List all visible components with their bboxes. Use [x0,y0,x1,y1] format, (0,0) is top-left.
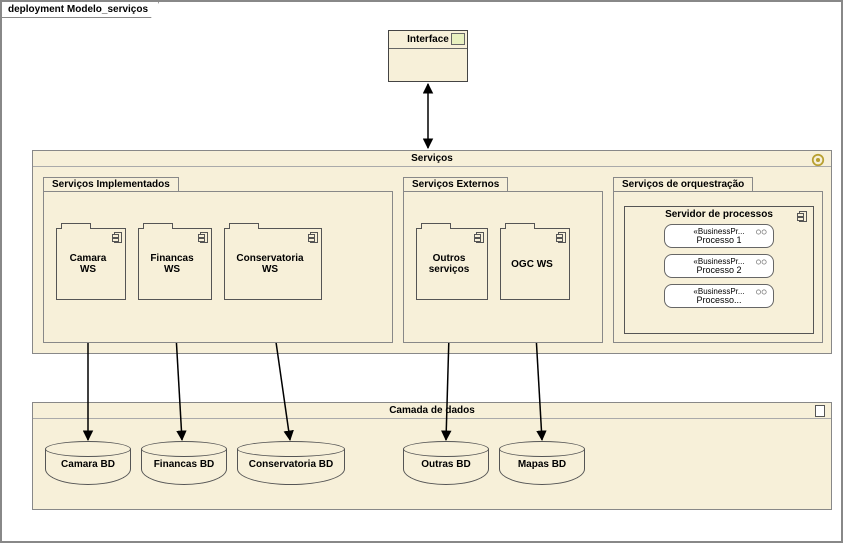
implemented-tab: Serviços Implementados [43,177,179,191]
services-panel: Serviços Serviços Implementados Camara W… [32,150,832,354]
component-financas-ws: Financas WS [138,228,212,300]
data-layer-title: Camada de dados [389,405,475,416]
cylinder-conservatoria-bd: Conservatoria BD [237,441,345,485]
database-icon [815,405,825,417]
interface-node: Interface [388,30,468,82]
database-label: Outras BD [403,459,489,470]
component-outros-servicos: Outros serviços [416,228,488,300]
database-label: Conservatoria BD [237,459,345,470]
component-icon [200,232,208,243]
external-panel: Outros serviços OGC WS [403,191,603,343]
orchestration-panel: Servidor de processos «BusinessPr... Pro… [613,191,823,343]
interface-label: Interface [407,34,449,45]
chain-icon [755,228,769,236]
process-3: «BusinessPr... Processo... [664,284,774,308]
server-title: Servidor de processos [665,209,773,220]
database-label: Financas BD [141,459,227,470]
component-icon [310,232,318,243]
chain-icon [755,288,769,296]
server-node: Servidor de processos «BusinessPr... Pro… [624,206,814,334]
component-icon [558,232,566,243]
implemented-panel: Camara WS Financas WS Conservatoria WS [43,191,393,343]
process-2: «BusinessPr... Processo 2 [664,254,774,278]
component-icon [476,232,484,243]
process-name: Processo 2 [696,266,741,275]
orchestration-tab: Serviços de orquestração [613,177,753,191]
database-label: Camara BD [45,459,131,470]
component-ogc-ws: OGC WS [500,228,570,300]
process-1: «BusinessPr... Processo 1 [664,224,774,248]
database-label: Mapas BD [499,459,585,470]
chain-icon [755,258,769,266]
component-camara-ws: Camara WS [56,228,126,300]
component-label: Conservatoria WS [225,229,321,299]
diagram-title-tab: deployment Modelo_serviços [2,2,159,18]
data-layer-panel: Camada de dados Camara BD Financas BD Co… [32,402,832,510]
services-title: Serviços [411,153,453,164]
deployment-diagram: deployment Modelo_serviços Interface Ser… [0,0,843,543]
cylinder-outras-bd: Outras BD [403,441,489,485]
component-icon [799,211,807,222]
process-name: Processo... [696,296,741,305]
artifact-icon [451,33,465,45]
process-name: Processo 1 [696,236,741,245]
cylinder-financas-bd: Financas BD [141,441,227,485]
gear-icon [811,153,825,167]
component-icon [114,232,122,243]
external-tab: Serviços Externos [403,177,508,191]
cylinder-mapas-bd: Mapas BD [499,441,585,485]
component-conservatoria-ws: Conservatoria WS [224,228,322,300]
cylinder-camara-bd: Camara BD [45,441,131,485]
